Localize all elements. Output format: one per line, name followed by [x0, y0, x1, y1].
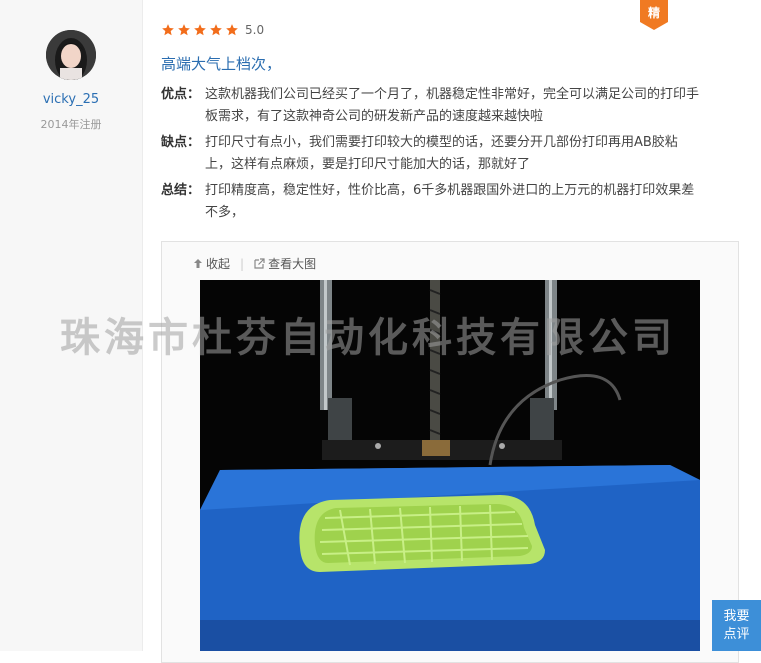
view-large-label: 查看大图: [268, 257, 317, 271]
toolbar-divider: |: [240, 256, 245, 271]
image-toolbar: 收起 | 查看大图: [193, 255, 316, 272]
summary-text-line1: 打印精度高，稳定性好，性价比高，6千多机器跟国外进口的上万元的机器打印效果差: [205, 183, 695, 198]
write-review-button[interactable]: 我要 点评: [712, 600, 761, 651]
arrow-up-icon: [194, 259, 202, 268]
cons-label: 缺点：: [161, 135, 201, 150]
review-title: 高端大气上档次，: [161, 55, 282, 73]
star-icon: [178, 24, 190, 36]
star-icon: [210, 24, 222, 36]
collapse-button[interactable]: 收起: [193, 255, 230, 272]
pros-label: 优点：: [161, 87, 201, 102]
avatar[interactable]: [46, 30, 96, 80]
summary-label: 总结：: [161, 183, 201, 198]
write-review-label-1: 我要: [723, 609, 750, 624]
username[interactable]: vicky_25: [0, 92, 142, 107]
star-icon: [194, 24, 206, 36]
star-icon: [226, 24, 238, 36]
pros-text-line2: 板需求，有了这款神奇公司的研发新产品的速度越来越快啦: [205, 109, 544, 124]
write-review-label-2: 点评: [723, 627, 750, 642]
cons-text-line1: 打印尺寸有点小，我们需要打印较大的模型的话，还要分开几部份打印再用AB胶粘: [205, 135, 678, 150]
reviewer-panel: vicky_25 2014年注册: [0, 0, 143, 651]
registration-year: 2014年注册: [40, 118, 102, 131]
review-photo[interactable]: [200, 280, 700, 651]
external-link-icon: [254, 258, 265, 269]
cons-text-line2: 上，这样有点麻烦，要是打印尺寸能加大的话，那就好了: [205, 157, 531, 172]
summary-text-line2: 不多，: [205, 205, 245, 220]
rating-value: 5.0: [245, 23, 265, 37]
star-icon: [162, 24, 174, 36]
pros-text-line1: 这款机器我们公司已经买了一个月了，机器稳定性非常好，完全可以满足公司的打印手: [205, 87, 700, 102]
star-rating: [161, 22, 241, 38]
featured-badge-label: 精: [647, 6, 660, 20]
view-large-button[interactable]: 查看大图: [254, 255, 316, 272]
collapse-label: 收起: [206, 257, 231, 271]
